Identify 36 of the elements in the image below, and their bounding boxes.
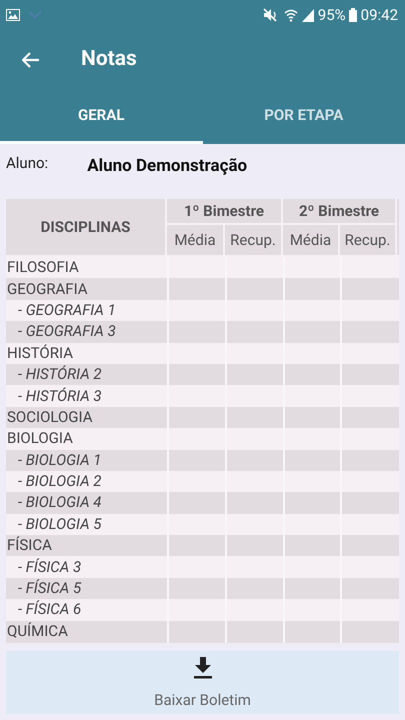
download-icon [192,657,212,679]
table-cell-text: GEOGRAFIA [6,278,89,300]
table-cell-text: - GEOGRAFIA 1 [17,300,117,321]
download-report-button[interactable]: Baixar Boletim [6,651,399,714]
column-header: 2º Bimestre [283,199,397,225]
back-arrow-icon [22,52,40,68]
battery-percentage: 95% [318,4,346,26]
chevron-down-icon [28,11,42,19]
tab[interactable]: POR ETAPA [202,90,405,144]
table-cell-text: - FÍSICA 3 [17,556,82,578]
table-cell-text: - FÍSICA 6 [17,599,82,620]
signal-icon [302,8,314,22]
screen-title: Notas [81,46,137,74]
clock: 09:42 [360,4,398,26]
battery-icon [348,8,357,22]
tab[interactable]: GERAL [0,90,202,144]
table-cell-text: - BIOLOGIA 2 [17,471,102,492]
table-cell-text: - HISTÓRIA 3 [17,386,103,407]
table-cell-text: FILOSOFIA [6,257,80,278]
table-cell-text: BIOLOGIA [6,428,74,450]
table-cell-text: QUÍMICA [6,620,69,642]
table-cell-text: - BIOLOGIA 4 [17,492,102,514]
table-cell-text: - BIOLOGIA 1 [17,450,102,471]
table-cell-text: - HISTÓRIA 2 [17,364,103,386]
wifi-icon [284,8,298,22]
mute-icon [262,8,278,22]
student-name: Aluno Demonstração [87,155,248,178]
table-cell-text: FÍSICA [6,535,53,556]
table-cell-text: - GEOGRAFIA 3 [17,321,117,342]
image-icon [6,9,20,21]
student-label: Aluno: [6,153,48,174]
table-cell-text: SOCIOLOGIA [6,406,94,428]
table-cell-text: HISTÓRIA [6,342,74,364]
column-header: 1º Bimestre [167,199,283,225]
table-cell-text: - BIOLOGIA 5 [17,514,102,535]
table-cell-text: - FÍSICA 5 [17,578,82,600]
